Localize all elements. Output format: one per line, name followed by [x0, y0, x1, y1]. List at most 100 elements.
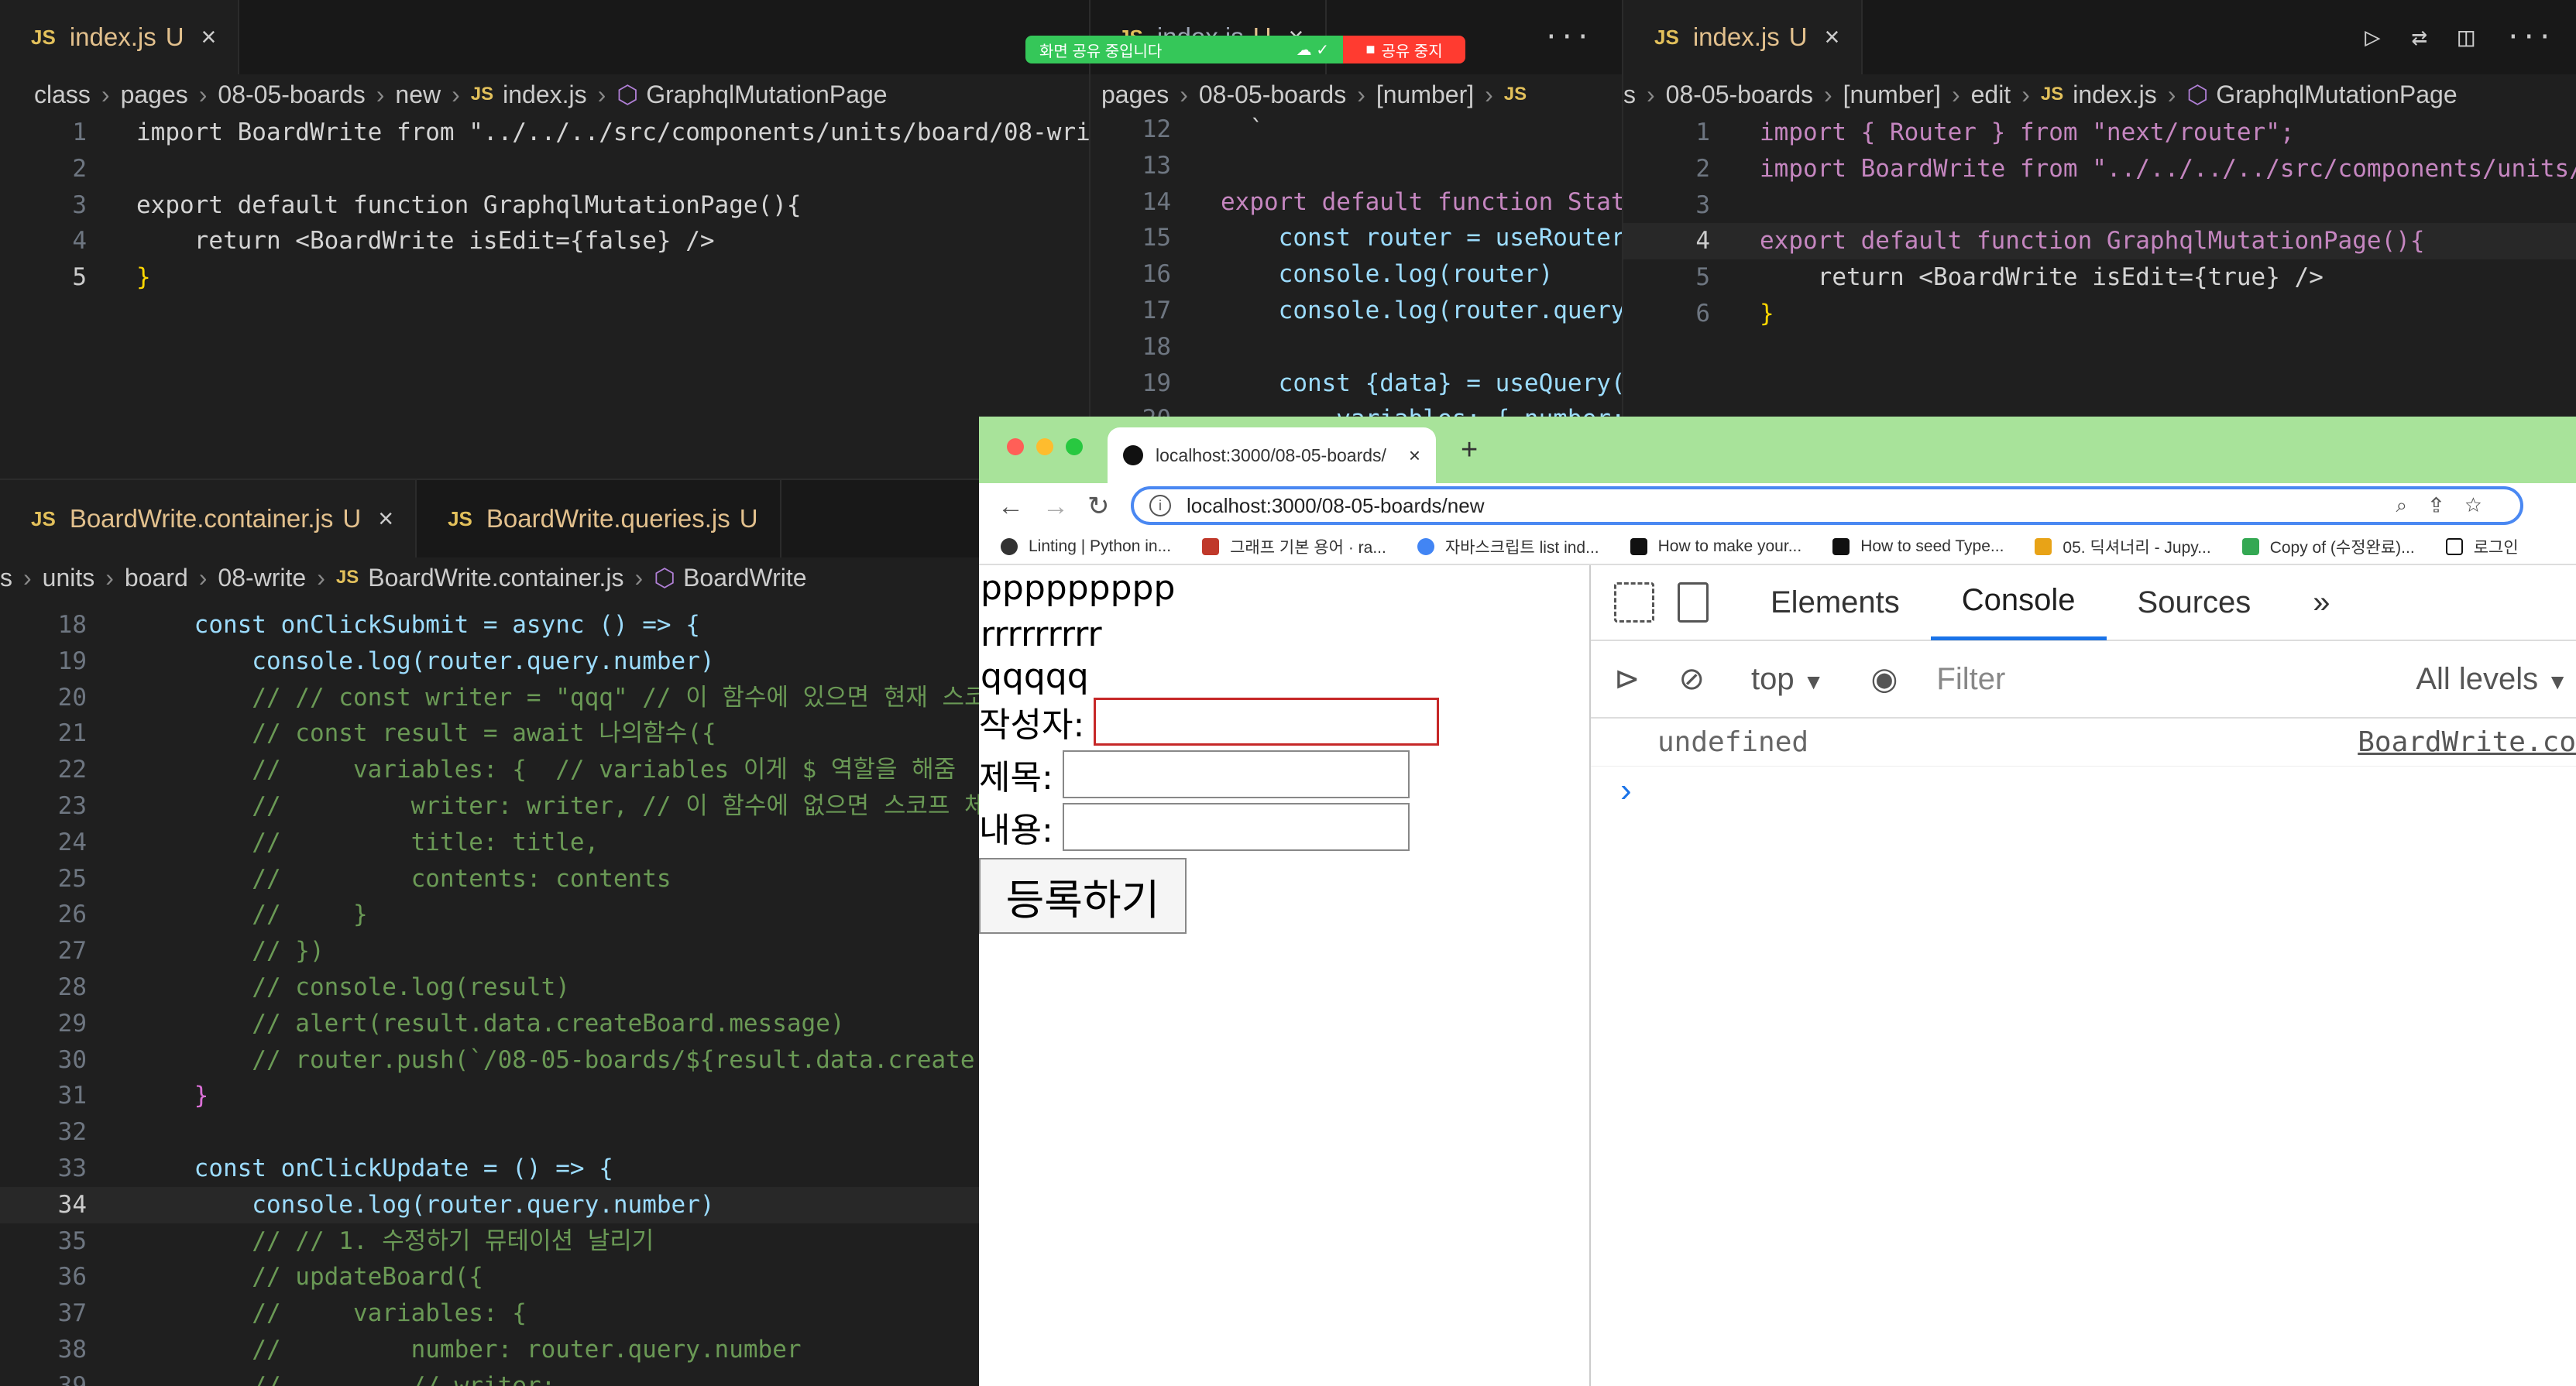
close-icon[interactable]: × — [1825, 22, 1840, 53]
breadcrumb-item[interactable]: GraphqlMutationPage — [2216, 81, 2457, 109]
editor-actions: ▷ ⇄ ◫ ··· — [2365, 22, 2553, 53]
breadcrumb-item[interactable]: board — [125, 564, 188, 592]
log-source-link[interactable]: BoardWrite.co — [2358, 726, 2576, 758]
breadcrumb-item[interactable]: new — [395, 81, 441, 109]
breadcrumb-item[interactable]: index.js — [503, 81, 587, 109]
breadcrumb-item[interactable]: GraphqlMutationPage — [646, 81, 887, 109]
site-info-icon[interactable]: i — [1149, 495, 1171, 516]
reload-icon[interactable]: ↻ — [1087, 491, 1110, 522]
breadcrumb-item[interactable]: BoardWrite — [683, 564, 806, 592]
breadcrumb-item[interactable]: 08-05-boards — [1666, 81, 1813, 109]
bookmarks-bar: Linting | Python in... 그래프 기본 용어 · ra...… — [979, 530, 2576, 565]
filter-input[interactable]: Filter — [1936, 662, 2293, 697]
more-actions-icon[interactable]: ··· — [2506, 22, 2553, 53]
bookmark-item[interactable]: 그래프 기본 용어 · ra... — [1202, 535, 1386, 558]
browser-tab[interactable]: localhost:3000/08-05-boards/ × — [1108, 427, 1436, 483]
code-line: 2 import BoardWrite from "../../../../src… — [1623, 151, 2576, 187]
bookmark-item[interactable]: Copy of (수정완료)... — [2241, 535, 2415, 558]
tab-index-js[interactable]: JS index.js U × — [0, 0, 240, 74]
device-toolbar-icon[interactable] — [1678, 582, 1709, 623]
tab-boardwrite-queries[interactable]: JS BoardWrite.queries.js U — [417, 480, 781, 557]
zoom-icon[interactable]: ⌕ — [2396, 493, 2431, 516]
close-icon[interactable]: × — [378, 504, 393, 534]
breadcrumb-item[interactable]: units — [43, 564, 95, 592]
line-number: 19 — [57, 647, 87, 675]
console-prompt[interactable]: › — [1591, 767, 2576, 815]
address-bar-actions: ⌕⇪☆ — [2396, 493, 2505, 518]
close-icon[interactable]: × — [201, 22, 217, 53]
close-window-button[interactable] — [1007, 438, 1024, 455]
js-file-icon: JS — [2040, 84, 2064, 105]
breadcrumb-item[interactable]: pages — [1101, 81, 1169, 109]
more-tabs-icon[interactable]: » — [2282, 564, 2361, 640]
sidebar-toggle-icon[interactable]: ⊳ — [1614, 661, 1640, 697]
compare-changes-icon[interactable]: ⇄ — [2412, 22, 2427, 53]
line-number: 37 — [57, 1299, 87, 1328]
editor-left-top: JS index.js U × class › pages › 08-05-boar… — [0, 0, 1091, 479]
tab-boardwrite-container[interactable]: JS BoardWrite.container.js U × — [0, 480, 417, 557]
tab-console[interactable]: Console — [1930, 564, 2107, 640]
breadcrumb-item[interactable]: [number] — [1843, 81, 1941, 109]
breadcrumb-item[interactable]: s — [0, 564, 12, 592]
code-text: const router = useRouter — [1221, 224, 1623, 252]
context-select[interactable]: top ▼ — [1751, 662, 1824, 697]
bookmark-item[interactable]: 05. 딕셔너리 - Jupy... — [2035, 535, 2211, 558]
code-text: const onClickSubmit = async () => { — [136, 611, 700, 639]
writer-input[interactable] — [1094, 698, 1440, 746]
close-tab-icon[interactable]: × — [1409, 444, 1420, 468]
code-line: 22 // variables: { // variables 이게 $ 역할을… — [0, 752, 979, 788]
contents-input[interactable] — [1062, 803, 1410, 851]
breadcrumb-item[interactable]: class — [34, 81, 91, 109]
console-log-entry: undefined BoardWrite.co — [1591, 719, 2576, 767]
bookmark-star-icon[interactable]: ☆ — [2465, 493, 2505, 516]
eye-icon[interactable]: ◉ — [1870, 661, 1898, 697]
title-input[interactable] — [1062, 750, 1410, 798]
breadcrumb-item[interactable]: [number] — [1376, 81, 1474, 109]
line-number: 38 — [57, 1335, 87, 1364]
breadcrumb-item[interactable]: 08-05-boards — [1199, 81, 1346, 109]
tab-elements[interactable]: Elements — [1740, 564, 1931, 640]
stop-sharing-button[interactable]: ■ 공유 중지 — [1343, 36, 1465, 63]
bookmark-item[interactable]: How to seed Type... — [1832, 537, 2004, 556]
log-levels-select[interactable]: All levels ▼ — [2416, 662, 2568, 697]
more-actions-icon[interactable]: ··· — [1544, 22, 1591, 53]
back-icon[interactable]: ← — [998, 492, 1024, 522]
bookmark-item[interactable]: How to make your... — [1630, 537, 1801, 556]
share-icon[interactable]: ⇪ — [2430, 493, 2465, 516]
breadcrumb-item[interactable]: 08-write — [218, 564, 306, 592]
breadcrumb-item[interactable]: index.js — [2073, 81, 2157, 109]
code-area[interactable]: 1 import { Router } from "next/router"; 2… — [1623, 115, 2576, 332]
page-text-line: rrrrrrrrr — [981, 615, 1102, 654]
address-bar[interactable]: i localhost:3000/08-05-boards/new ⌕⇪☆ — [1131, 486, 2523, 525]
code-line: 29 // alert(result.data.createBoard.mess… — [0, 1006, 979, 1042]
run-icon[interactable]: ▷ — [2365, 22, 2380, 53]
breadcrumb-item[interactable]: edit — [1971, 81, 2011, 109]
chevron-right-icon: › — [1180, 80, 1188, 108]
inspect-element-icon[interactable] — [1614, 582, 1654, 623]
bookmark-item[interactable]: 자바스크립트 list ind... — [1417, 535, 1599, 558]
bookmark-item[interactable]: Linting | Python in... — [1001, 537, 1171, 556]
split-editor-icon[interactable]: ◫ — [2458, 22, 2474, 53]
breadcrumb-item[interactable]: BoardWrite.container.js — [368, 564, 623, 592]
devtools-panel: Elements Console Sources » ⊳ ⊘ top ▼ ◉ F… — [1589, 565, 2576, 1386]
code-text: import BoardWrite from "../../../../src/… — [1760, 154, 2576, 183]
breadcrumb-item[interactable]: s — [1623, 81, 1636, 109]
code-area[interactable]: 18 const onClickSubmit = async () => { 1… — [0, 607, 979, 1386]
line-number: 14 — [1142, 187, 1171, 216]
code-area[interactable]: 12 ` 13 14 export default function Stat 1… — [1091, 111, 1622, 437]
code-line: 38 // number: router.query.number — [0, 1332, 979, 1368]
maximize-window-button[interactable] — [1066, 438, 1083, 455]
breadcrumb-item[interactable]: pages — [121, 81, 188, 109]
breadcrumb-item[interactable]: 08-05-boards — [218, 81, 365, 109]
tab-index-js[interactable]: JS index.js U × — [1623, 0, 1863, 74]
bookmark-item[interactable]: 로그인 — [2445, 535, 2519, 558]
code-area[interactable]: 1 import BoardWrite from "../../../src/co… — [0, 115, 1089, 296]
new-tab-button[interactable]: + — [1461, 434, 1478, 467]
code-text: import BoardWrite from "../../../src/com… — [136, 118, 1091, 146]
clear-console-icon[interactable]: ⊘ — [1679, 661, 1705, 697]
submit-button[interactable]: 등록하기 — [979, 858, 1187, 934]
line-number: 1 — [72, 118, 87, 146]
forward-icon[interactable]: → — [1042, 492, 1069, 522]
tab-sources[interactable]: Sources — [2107, 564, 2282, 640]
minimize-window-button[interactable] — [1036, 438, 1053, 455]
